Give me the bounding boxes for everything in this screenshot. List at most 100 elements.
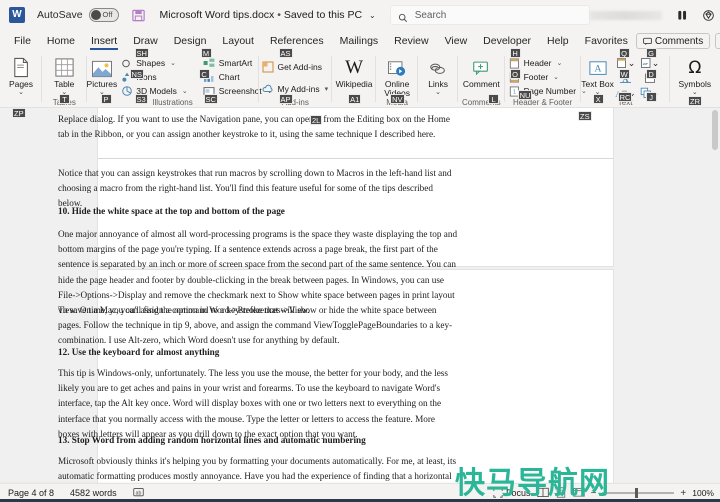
- scrollbar-thumb[interactable]: [712, 110, 718, 150]
- ribbon-group-tables: Table ⌄ Tables T: [42, 52, 87, 108]
- heading-10[interactable]: 10. Hide the white space at the top and …: [58, 204, 458, 219]
- zoom-slider[interactable]: [602, 488, 675, 499]
- keytip-get-addins: AS: [278, 48, 293, 58]
- icons-button[interactable]: Icons: [117, 70, 192, 84]
- ribbon-group-links: Links ⌄: [418, 52, 459, 108]
- heading-12[interactable]: 12. Use the keyboard for almost anything: [58, 345, 458, 360]
- paragraph-5[interactable]: This tip is Windows-only, unfortunately.…: [58, 366, 458, 442]
- paragraph-1[interactable]: Replace dialog. If you want to use the N…: [58, 112, 458, 142]
- online-video-icon: [387, 56, 407, 78]
- text-box-button[interactable]: A Text Box ⌄: [581, 54, 615, 96]
- tab-references[interactable]: References: [262, 30, 332, 52]
- search-input[interactable]: Search: [389, 5, 590, 25]
- ribbon-group-addins: Get Add-ins My Add-ins ▾ Add-ins AS AP: [259, 48, 333, 108]
- paragraph-4[interactable]: To save time, you can assign a command t…: [58, 303, 458, 349]
- tab-developer[interactable]: Developer: [475, 30, 539, 52]
- keytip-comment: L: [488, 94, 500, 104]
- zoom-level[interactable]: 100%: [692, 488, 714, 498]
- word-count[interactable]: 4582 words: [62, 488, 125, 498]
- screenshot-label: Screenshot: [218, 86, 262, 96]
- word-window: AutoSave Off Microsoft Word tips.docx • …: [0, 0, 720, 502]
- editing-button[interactable]: Editing ▾: [715, 33, 720, 49]
- keytip-page-number: NU: [517, 90, 533, 100]
- chevron-down-icon: ⌄: [627, 57, 636, 68]
- symbols-label: Symbols: [678, 79, 712, 89]
- chart-label: Chart: [218, 72, 240, 82]
- shapes-label: Shapes: [136, 58, 166, 68]
- document-name: Microsoft Word tips.docx: [159, 9, 275, 21]
- chevron-down-icon[interactable]: ⌄: [18, 89, 24, 96]
- get-addins-label: Get Add-ins: [277, 62, 322, 72]
- cube-icon: [120, 85, 133, 98]
- tab-mailings[interactable]: Mailings: [332, 30, 387, 52]
- chevron-down-icon[interactable]: ⌄: [692, 89, 698, 96]
- tab-file[interactable]: File: [6, 30, 39, 52]
- cloud-icon: [262, 83, 275, 96]
- keytip-screenshot: SC: [203, 94, 218, 104]
- comment-button[interactable]: Comment: [459, 54, 503, 89]
- store-icon: [262, 61, 275, 74]
- people-icon[interactable]: [670, 0, 696, 30]
- links-button[interactable]: Links ⌄: [418, 54, 458, 96]
- autosave-knob: [90, 10, 101, 20]
- zoom-slider-handle[interactable]: [635, 488, 639, 499]
- tab-review[interactable]: Review: [386, 30, 436, 52]
- online-videos-button[interactable]: Online Videos: [376, 54, 418, 98]
- vertical-scrollbar[interactable]: [710, 108, 720, 483]
- ribbon-group-illustrations: Pictures ⌄ Shapes ⌄ Icons 3D Models ⌄ Sm…: [87, 48, 273, 108]
- diamond-icon[interactable]: [696, 0, 720, 30]
- my-addins-button[interactable]: My Add-ins ▾: [259, 82, 333, 96]
- paragraph-6[interactable]: Microsoft obviously thinks it's helping …: [58, 454, 458, 483]
- keytip-quick-parts: Q: [618, 48, 630, 58]
- zoom-in-button[interactable]: +: [680, 488, 686, 499]
- shapes-button[interactable]: Shapes ⌄: [117, 56, 192, 70]
- ribbon-group-text: A Text Box ⌄ ⌄ A A⌄: [581, 48, 670, 108]
- chevron-down-icon: ▾: [324, 86, 329, 93]
- save-location: Saved to this PC: [283, 9, 363, 21]
- group-label-illustrations: Illustrations: [152, 98, 193, 107]
- get-addins-button[interactable]: Get Add-ins: [259, 60, 333, 74]
- chevron-down-icon[interactable]: ⌄: [435, 89, 441, 96]
- search-icon: [398, 10, 408, 23]
- shapes-icon: [120, 57, 133, 70]
- page-indicator[interactable]: Page 4 of 8: [0, 488, 62, 498]
- ribbon-group-wikipedia: W Wikipedia A1: [332, 52, 377, 108]
- table-button[interactable]: Table ⌄: [42, 54, 86, 96]
- document-canvas[interactable]: Replace dialog. If you want to use the N…: [0, 108, 720, 483]
- tab-view[interactable]: View: [437, 30, 476, 52]
- tab-home[interactable]: Home: [39, 30, 83, 52]
- keytip-wordart: W: [618, 69, 630, 79]
- chevron-down-icon[interactable]: ⌄: [369, 11, 376, 20]
- keytip-shapes: SH: [134, 48, 149, 58]
- comments-button[interactable]: Comments: [635, 33, 711, 49]
- tab-help[interactable]: Help: [539, 30, 577, 52]
- symbols-button[interactable]: Ω Symbols ⌄: [673, 54, 717, 96]
- wikipedia-button[interactable]: W Wikipedia: [332, 54, 376, 89]
- autosave-toggle[interactable]: Off: [88, 8, 119, 22]
- page-break-separator: [98, 158, 613, 159]
- keytip-my-addins: AP: [278, 94, 293, 104]
- chevron-down-icon: ⌄: [651, 57, 660, 68]
- pages-button[interactable]: Pages ⌄: [0, 54, 42, 96]
- keytip-icons: NS: [129, 69, 144, 79]
- svg-text:1: 1: [513, 89, 516, 95]
- keytip-object: J: [645, 92, 657, 102]
- chevron-down-icon: ⌄: [170, 60, 176, 67]
- text-box-icon: A: [588, 56, 608, 78]
- tab-layout[interactable]: Layout: [214, 30, 262, 52]
- document-title[interactable]: Microsoft Word tips.docx • Saved to this…: [160, 9, 376, 21]
- keytip-navigation-inline: 2L: [310, 115, 323, 125]
- save-icon[interactable]: [131, 8, 146, 23]
- pictures-icon: [91, 56, 113, 78]
- title-bar: AutoSave Off Microsoft Word tips.docx • …: [0, 0, 720, 30]
- heading-13[interactable]: 13. Stop Word from adding random horizon…: [58, 433, 458, 448]
- links-label: Links: [428, 79, 449, 89]
- chevron-down-icon: ⌄: [181, 88, 188, 95]
- keytip-online-videos: NV: [390, 94, 405, 104]
- proofing-icon[interactable]: ab: [125, 487, 152, 500]
- 3d-models-button[interactable]: 3D Models ⌄: [117, 84, 192, 98]
- autosave-label: AutoSave: [37, 9, 83, 21]
- tab-insert[interactable]: Insert: [83, 30, 125, 52]
- pictures-button[interactable]: Pictures ⌄: [87, 54, 117, 96]
- ribbon-group-header-footer: Header ⌄ Footer ⌄ 1 Page Number ⌄ Header…: [505, 48, 587, 108]
